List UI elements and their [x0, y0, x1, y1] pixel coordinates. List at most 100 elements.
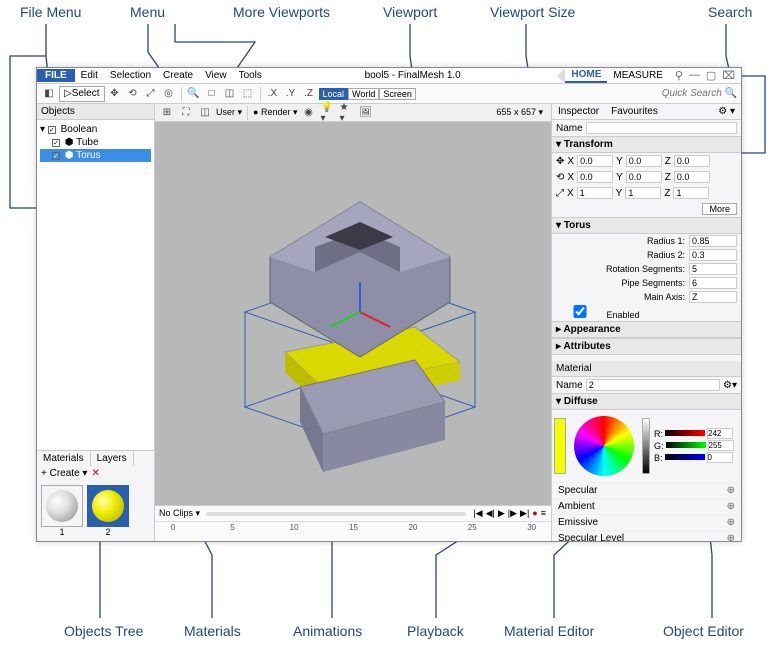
search-input[interactable] [612, 88, 722, 99]
enabled-checkbox[interactable] [556, 305, 604, 318]
menu-tools[interactable]: Tools [233, 69, 268, 82]
rot-z[interactable] [674, 171, 710, 183]
menu-selection[interactable]: Selection [104, 69, 157, 82]
cs-local[interactable]: Local [319, 88, 349, 100]
section-appearance[interactable]: ▸ Appearance [552, 321, 741, 338]
minimize-icon[interactable]: — [689, 69, 700, 82]
tree-node-torus[interactable]: ✓ ⬢ Torus [40, 149, 151, 162]
select-button[interactable]: ▷ Select [59, 86, 105, 102]
tl-menu-icon[interactable]: ≡ [540, 508, 547, 519]
pin-icon[interactable]: ⚲ [675, 69, 683, 82]
mat-name-input[interactable] [586, 379, 720, 391]
vp-image-icon[interactable]: 🖼 [358, 105, 374, 121]
pipeseg-input[interactable] [689, 277, 737, 289]
section-specular[interactable]: Specular⊕ [552, 482, 741, 498]
scale-icon[interactable]: ⤢ [143, 86, 159, 102]
viewport-size: 655 x 657 ▾ [492, 107, 547, 118]
rotate-gizmo-icon[interactable]: ⟲ [556, 172, 564, 183]
menu-create[interactable]: Create [157, 69, 199, 82]
name-input[interactable] [586, 122, 737, 134]
timeline-slider[interactable] [206, 512, 466, 516]
objects-tree[interactable]: ▾ ✓ Boolean ✓ ⬢ Tube ✓ ⬢ Torus [37, 120, 154, 450]
delete-material-button[interactable]: ✕ [91, 468, 99, 479]
axis-input[interactable] [689, 291, 737, 303]
section-transform[interactable]: ▾ Transform [552, 136, 741, 153]
rot-y[interactable] [626, 171, 662, 183]
vp-user-dropdown[interactable]: User ▾ [216, 107, 242, 118]
axis-y-icon[interactable]: .Y [283, 86, 299, 102]
create-material-button[interactable]: + Create ▾ [41, 468, 87, 479]
timeline-ruler[interactable]: 0 5 10 15 20 25 30 [155, 522, 551, 540]
goto-end-icon[interactable]: ▶| [519, 508, 530, 519]
color-wheel[interactable] [574, 416, 634, 476]
section-torus[interactable]: ▾ Torus [552, 217, 741, 234]
section-speclevel[interactable]: Specular Level⊕ [552, 530, 741, 541]
tab-inspector[interactable]: Inspector [552, 104, 605, 119]
tool-icon[interactable]: ⬚ [240, 86, 256, 102]
section-attributes[interactable]: ▸ Attributes [552, 338, 741, 355]
record-icon[interactable]: ● [531, 508, 538, 519]
tab-home[interactable]: HOME [565, 68, 607, 83]
tool-icon[interactable]: ◎ [161, 86, 177, 102]
rotate-icon[interactable]: ⟲ [125, 86, 141, 102]
rot-x[interactable] [577, 171, 613, 183]
move-icon[interactable]: ✥ [107, 86, 123, 102]
section-diffuse[interactable]: ▾ Diffuse [552, 393, 741, 410]
value-slider[interactable] [642, 418, 650, 474]
tab-materials[interactable]: Materials [37, 451, 91, 466]
axis-x-icon[interactable]: .X [265, 86, 281, 102]
axis-z-icon[interactable]: .Z [301, 86, 317, 102]
rotseg-input[interactable] [689, 263, 737, 275]
material-1[interactable]: 1 [41, 485, 83, 537]
radius2-input[interactable] [689, 249, 737, 261]
vp-bulb-icon[interactable]: 💡▾ [320, 105, 336, 121]
section-ambient[interactable]: Ambient⊕ [552, 498, 741, 514]
vp-icon[interactable]: ◫ [197, 105, 213, 121]
more-button[interactable]: More [702, 203, 737, 215]
vp-icon[interactable]: ⛶ [178, 105, 194, 121]
zoom-icon[interactable]: 🔍 [186, 86, 202, 102]
close-icon[interactable]: ⌧ [722, 69, 735, 82]
pos-x[interactable] [577, 155, 613, 167]
scale-y[interactable] [625, 187, 661, 199]
b-input[interactable] [707, 452, 733, 463]
menu-edit[interactable]: Edit [75, 69, 104, 82]
vp-icon[interactable]: ⊞ [159, 105, 175, 121]
tool-icon[interactable]: □ [204, 86, 220, 102]
clips-dropdown[interactable]: No Clips ▾ [159, 508, 200, 519]
tree-node-tube[interactable]: ✓ ⬢ Tube [40, 136, 151, 149]
tab-favourites[interactable]: Favourites [605, 104, 664, 119]
cs-screen[interactable]: Screen [379, 88, 416, 100]
radius1-input[interactable] [689, 235, 737, 247]
pos-y[interactable] [626, 155, 662, 167]
pos-z[interactable] [674, 155, 710, 167]
scale-x[interactable] [577, 187, 613, 199]
tab-measure[interactable]: MEASURE [607, 69, 668, 82]
mat-gear-icon[interactable]: ⚙▾ [723, 380, 737, 391]
tool-icon[interactable]: ◫ [222, 86, 238, 102]
scale-z[interactable] [673, 187, 709, 199]
section-emissive[interactable]: Emissive⊕ [552, 514, 741, 530]
r-input[interactable] [707, 428, 733, 439]
maximize-icon[interactable]: ▢ [706, 69, 716, 82]
toolbar-icon[interactable]: ◧ [41, 86, 57, 102]
next-frame-icon[interactable]: |▶ [507, 508, 518, 519]
inspector-gear-icon[interactable]: ⚙ ▾ [712, 104, 741, 119]
file-menu[interactable]: FILE [37, 69, 75, 82]
prev-frame-icon[interactable]: ◀| [485, 508, 496, 519]
vp-star-icon[interactable]: ★ ▾ [339, 105, 355, 121]
cs-world[interactable]: World [348, 88, 379, 100]
menu-view[interactable]: View [199, 69, 233, 82]
vp-light-icon[interactable]: ◉ [301, 105, 317, 121]
viewport[interactable] [155, 122, 551, 505]
vp-render-dropdown[interactable]: ● Render ▾ [253, 107, 298, 118]
scale-gizmo-icon[interactable]: ⤢ [556, 188, 564, 199]
tree-node-boolean[interactable]: ▾ ✓ Boolean [40, 123, 151, 136]
tab-layers[interactable]: Layers [91, 451, 134, 466]
material-2[interactable]: 2 [87, 485, 129, 537]
move-gizmo-icon[interactable]: ✥ [556, 156, 564, 167]
play-icon[interactable]: ▶ [497, 508, 506, 519]
diffuse-swatch[interactable] [554, 418, 566, 474]
g-input[interactable] [708, 440, 734, 451]
goto-start-icon[interactable]: |◀ [472, 508, 483, 519]
